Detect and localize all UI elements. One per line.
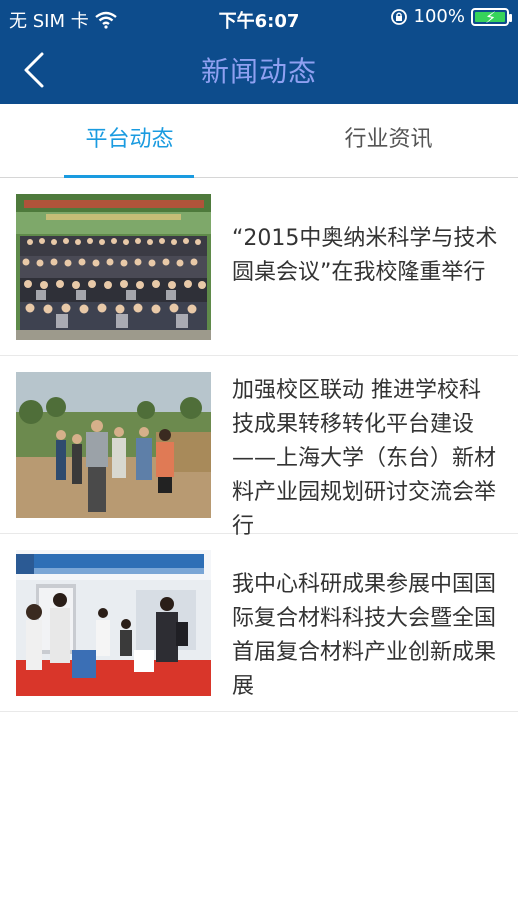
tab-bar: 平台动态 行业资讯 bbox=[0, 104, 518, 178]
news-item-title: 加强校区联动 推进学校科技成果转移转化平台建设——上海大学（东台）新材料产业园规… bbox=[232, 378, 497, 539]
status-right: 100% ⚡ bbox=[390, 6, 512, 27]
exhibition-booth-image bbox=[16, 550, 211, 696]
field-visit-image bbox=[16, 372, 211, 518]
news-item-title: 我中心科研成果参展中国国际复合材料科技大会暨全国首届复合材料产业创新成果展 bbox=[232, 572, 497, 699]
tab-platform-news[interactable]: 平台动态 bbox=[0, 104, 259, 178]
news-item[interactable]: “2015中奥纳米科学与技术圆桌会议”在我校隆重举行 bbox=[0, 178, 518, 356]
rotation-lock-icon bbox=[390, 8, 407, 25]
news-item[interactable]: 加强校区联动 推进学校科技成果转移转化平台建设——上海大学（东台）新材料产业园规… bbox=[0, 356, 518, 539]
page-title: 新闻动态 bbox=[200, 55, 317, 88]
tab-industry-news[interactable]: 行业资讯 bbox=[259, 104, 518, 178]
group-photo-image bbox=[16, 194, 211, 340]
news-list: “2015中奥纳米科学与技术圆桌会议”在我校隆重举行 加强校区联动 推进学校科技… bbox=[0, 178, 518, 712]
battery-percent: 100% bbox=[413, 6, 465, 27]
navigation-bar: 新闻动态 bbox=[0, 34, 518, 104]
news-item[interactable]: 我中心科研成果参展中国国际复合材料科技大会暨全国首届复合材料产业创新成果展 bbox=[0, 534, 518, 712]
header-bar: 无 SIM 卡 下午6:07 100% ⚡ 新闻动态 bbox=[0, 0, 518, 104]
status-bar: 无 SIM 卡 下午6:07 100% ⚡ bbox=[0, 0, 518, 34]
news-item-title: “2015中奥纳米科学与技术圆桌会议”在我校隆重举行 bbox=[232, 226, 498, 285]
news-screen: 无 SIM 卡 下午6:07 100% ⚡ 新闻动态 平台动态 行业资讯 “20… bbox=[0, 0, 518, 920]
battery-icon: ⚡ bbox=[471, 7, 512, 27]
